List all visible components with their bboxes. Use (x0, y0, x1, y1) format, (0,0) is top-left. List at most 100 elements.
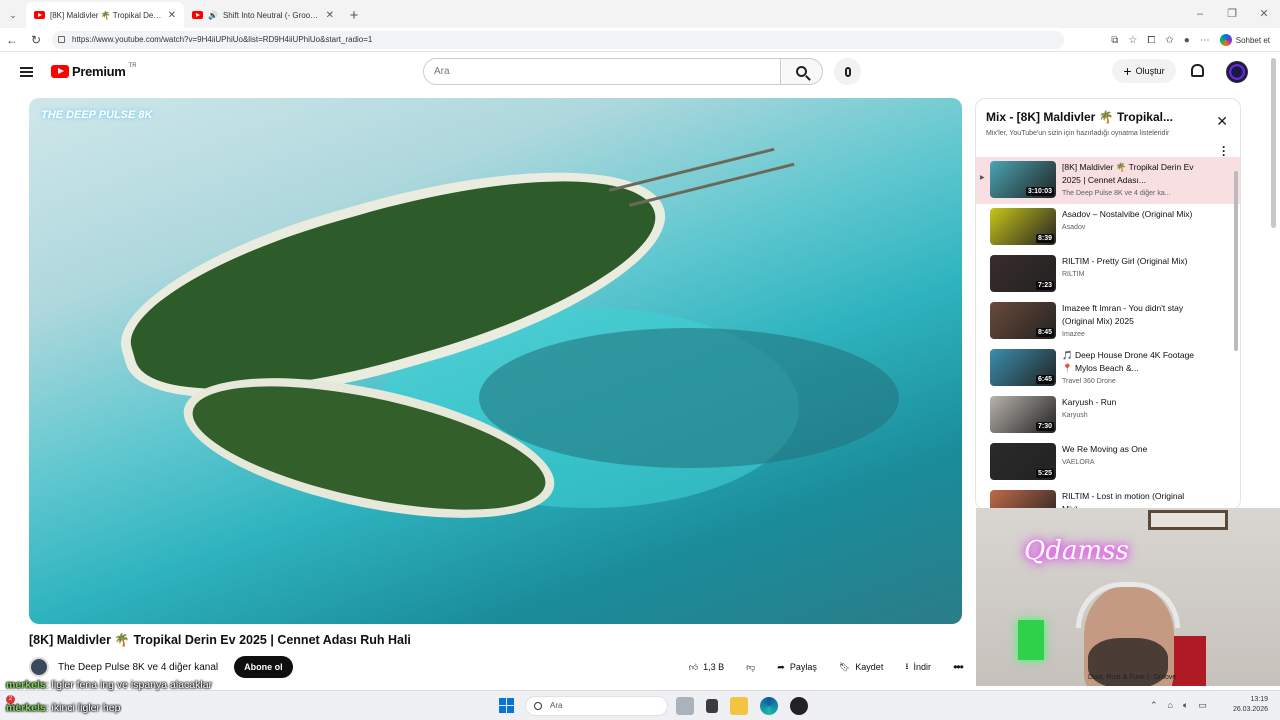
video-thumbnail[interactable]: 6:45 (990, 349, 1056, 386)
playlist-item[interactable]: 8:39 Asadov – Nostalvibe (Original Mix) As… (976, 204, 1240, 251)
playlist-item[interactable]: 7:30 Karyush - Run Karyush (976, 392, 1240, 439)
video-duration: 7:30 (1035, 422, 1054, 431)
browser-toolbar-icons: ⧉ ☆ ⧠ ✩ ● ⋯ Sohbet et (1111, 28, 1270, 52)
windows-start-icon[interactable] (499, 698, 514, 713)
app-available-icon[interactable]: ⧉ (1111, 35, 1118, 46)
playlist-item[interactable]: ▶ 3:10:03 [8K] Maldivler 🌴 Tropikal Derin … (976, 157, 1240, 204)
video-duration: 7:23 (1035, 281, 1054, 290)
back-icon[interactable]: ← (0, 33, 24, 47)
playlist-scrollbar[interactable] (1234, 171, 1238, 351)
close-tab-icon[interactable]: ✕ (168, 10, 176, 21)
taskbar-apps (676, 697, 808, 715)
account-avatar[interactable] (1226, 61, 1248, 83)
video-thumbnail[interactable]: 7:30 (990, 396, 1056, 433)
video-thumbnail[interactable]: 5:25 (990, 443, 1056, 480)
obs-icon[interactable] (790, 697, 808, 715)
reload-icon[interactable]: ↻ (24, 33, 48, 47)
close-window-icon[interactable]: ✕ (1248, 0, 1280, 28)
new-tab-button[interactable]: + (342, 2, 366, 28)
favorites-icon[interactable]: ✩ (1165, 35, 1173, 46)
system-tray: ⌃ ⌂ 🔈︎ ▭ (1150, 700, 1207, 711)
youtube-premium-logo[interactable]: Premium TR (51, 63, 137, 79)
save-button[interactable]: 🔖︎ Kaydet (833, 656, 889, 678)
playlist-item-title: [8K] Maldivler 🌴 Tropikal Derin Ev 2025 … (1062, 162, 1194, 185)
close-tab-icon[interactable]: ✕ (326, 10, 334, 21)
settings-menu-icon[interactable]: ⋯ (1200, 35, 1210, 46)
video-player[interactable]: THE DEEP PULSE 8K (29, 98, 962, 624)
task-view-icon[interactable] (676, 697, 694, 715)
share-label: Paylaş (789, 662, 817, 672)
share-button[interactable]: ➦ Paylaş (771, 656, 823, 678)
menu-icon[interactable] (20, 67, 33, 77)
maximize-icon[interactable]: ❐ (1216, 0, 1248, 28)
like-button[interactable]: 👍︎ 1,3 B (683, 656, 730, 678)
close-playlist-icon[interactable]: ✕ (1216, 113, 1228, 130)
terminal-icon[interactable] (706, 699, 718, 713)
tab-actions-menu-icon[interactable]: ⌄ (0, 2, 26, 28)
copilot-icon (1219, 34, 1232, 46)
playlist-item-channel: Karyush (1062, 412, 1088, 419)
speaker-icon: 🔊 (208, 10, 218, 20)
file-explorer-icon[interactable] (730, 697, 748, 715)
playlist-more-icon[interactable]: · · · (1222, 141, 1226, 161)
video-thumbnail[interactable]: 8:45 (990, 302, 1056, 339)
plus-icon: + (1123, 63, 1132, 79)
profile-icon[interactable]: ● (1184, 35, 1190, 46)
search-button[interactable] (781, 58, 823, 85)
volume-icon[interactable]: 🔈︎ (1183, 700, 1188, 711)
browser-tab-strip: ⌄ [8K] Maldivler 🌴 Tropikal Derin Ev ✕ 🔊… (0, 0, 1280, 28)
clock[interactable]: 13:19 26.03.2026 (1233, 695, 1268, 715)
voice-search-button[interactable] (834, 58, 861, 85)
video-thumbnail[interactable]: 3:10:03 (990, 161, 1056, 198)
chat-text: : ligler fena ing ve ispanya alacaklar (45, 679, 213, 691)
tab-title: [8K] Maldivler 🌴 Tropikal Derin Ev (50, 10, 163, 20)
playlist-item[interactable]: RILTIM - Lost in motion (Original Mix) (976, 486, 1240, 510)
playlist-item-meta: Imazee ft Imran - You didn't stay (Origi… (1062, 302, 1196, 345)
clock-time: 13:19 (1250, 696, 1268, 703)
channel-name[interactable]: The Deep Pulse 8K ve 4 diğer kanal (58, 662, 218, 673)
chevron-up-icon[interactable]: ⌃ (1150, 700, 1158, 711)
video-thumbnail[interactable]: 7:23 (990, 255, 1056, 292)
video-thumbnail[interactable]: 8:39 (990, 208, 1056, 245)
playlist-item-title: RILTIM - Lost in motion (Original Mix) (1062, 491, 1185, 510)
playlist-item[interactable]: 6:45 🎵 Deep House Drone 4K Footage 📍 Mylo… (976, 345, 1240, 392)
network-icon[interactable]: ⌂ (1168, 700, 1173, 711)
page-scrollbar[interactable] (1271, 58, 1276, 228)
playlist-item[interactable]: 5:25 We Re Moving as One VAELORA (976, 439, 1240, 486)
battery-icon[interactable]: ▭ (1198, 700, 1207, 711)
taskbar-search[interactable]: Ara (525, 696, 668, 716)
video-duration: 6:45 (1035, 375, 1054, 384)
video-duration: 3:10:03 (1025, 187, 1054, 196)
tab-title: Shift Into Neutral (- Groove M (222, 10, 321, 20)
playlist-item-meta: 🎵 Deep House Drone 4K Footage 📍 Mylos Be… (1062, 349, 1196, 392)
edge-browser-icon[interactable] (760, 697, 778, 715)
search-input[interactable]: Ara (423, 58, 781, 85)
video-thumbnail[interactable] (990, 490, 1056, 509)
playlist-item[interactable]: 7:23 RILTIM - Pretty Girl (Original Mix) R… (976, 251, 1240, 298)
chat-user: merkels (6, 679, 46, 691)
download-label: İndir (913, 662, 931, 672)
more-actions-icon[interactable]: ••• (947, 660, 969, 674)
playlist-item-channel: VAELORA (1062, 459, 1095, 466)
create-button[interactable]: + Oluştur (1112, 59, 1176, 83)
notifications-bell-icon[interactable] (1191, 64, 1204, 77)
extensions-icon[interactable]: ⧠ (1147, 35, 1155, 46)
subscribe-button[interactable]: Abone ol (234, 656, 293, 678)
now-playing-icon: ▶ (980, 175, 985, 181)
browser-tab[interactable]: 🔊 Shift Into Neutral (- Groove M ✕ (184, 2, 342, 28)
favorite-star-icon[interactable]: ☆ (1128, 35, 1137, 46)
copilot-chat-button[interactable]: Sohbet et (1219, 34, 1270, 46)
thumbs-up-icon: 👍︎ (688, 661, 699, 672)
playlist-item[interactable]: 8:45 Imazee ft Imran - You didn't stay (O… (976, 298, 1240, 345)
download-button[interactable]: ⭳ İndir (899, 656, 937, 678)
youtube-play-icon (51, 65, 69, 78)
playlist-title[interactable]: Mix - [8K] Maldivler 🌴 Tropikal... (986, 110, 1230, 124)
logo-text: Premium (72, 64, 126, 79)
browser-tab-active[interactable]: [8K] Maldivler 🌴 Tropikal Derin Ev ✕ (26, 2, 184, 28)
address-bar[interactable]: https://www.youtube.com/watch?v=9H4iiUPh… (52, 31, 1064, 49)
playlist-item-meta: Karyush - Run Karyush (1062, 396, 1196, 439)
channel-avatar[interactable] (29, 657, 49, 677)
dislike-button[interactable]: 👎︎ (740, 656, 761, 678)
minimize-icon[interactable]: – (1184, 0, 1216, 28)
playlist-item-channel: Travel 360 Drone (1062, 378, 1116, 385)
